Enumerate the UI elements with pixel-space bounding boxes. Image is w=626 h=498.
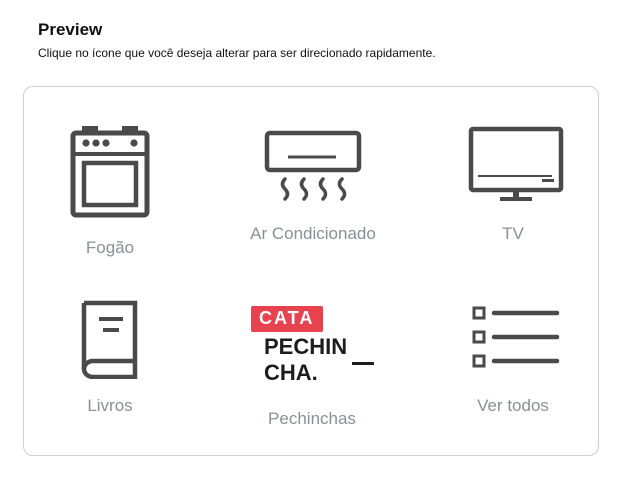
- page-subtitle: Clique no ícone que você deseja alterar …: [38, 46, 436, 60]
- book-icon: [81, 300, 138, 379]
- tile-label: Fogão: [85, 238, 135, 257]
- stove-icon: [70, 126, 150, 218]
- page-title: Preview: [38, 20, 103, 39]
- tile-ar-condicionado[interactable]: Ar Condicionado: [250, 120, 376, 250]
- tile-livros[interactable]: Livros: [60, 295, 160, 420]
- cata-pechincha-logo-line1: PECHIN: [264, 334, 348, 359]
- air-conditioner-icon: [264, 130, 362, 201]
- tile-label: TV: [502, 224, 524, 243]
- list-icon: [472, 306, 560, 368]
- tile-fogao[interactable]: Fogão: [60, 120, 160, 265]
- preview-page: Preview Clique no ícone que você deseja …: [0, 0, 626, 498]
- cata-pechincha-logo-line2: CHA.: [264, 360, 318, 385]
- tile-tv[interactable]: TV: [465, 120, 565, 250]
- tile-label: Ar Condicionado: [250, 224, 376, 243]
- tile-label: Ver todos: [477, 396, 549, 415]
- cata-pechincha-logo-badge-text: CATA: [259, 308, 315, 328]
- tv-icon: [468, 126, 564, 201]
- tile-label: Pechinchas: [268, 409, 356, 428]
- tile-label: Livros: [87, 396, 133, 415]
- cata-pechincha-logo-underline: [352, 362, 374, 365]
- tile-ver-todos[interactable]: Ver todos: [465, 300, 565, 425]
